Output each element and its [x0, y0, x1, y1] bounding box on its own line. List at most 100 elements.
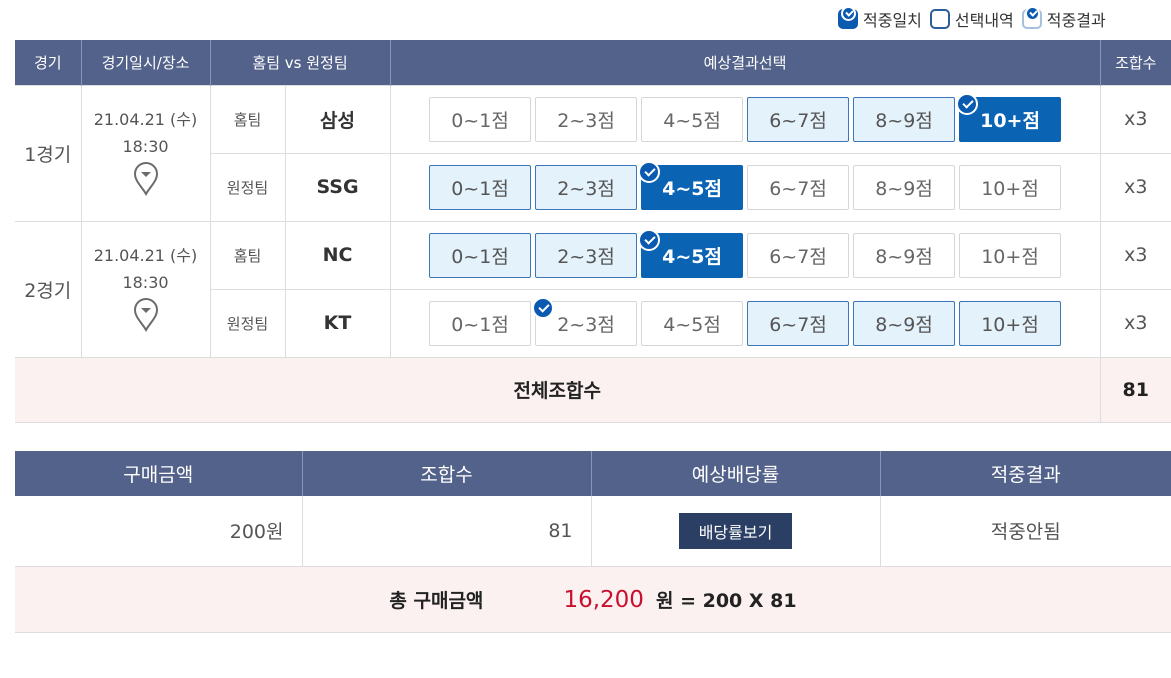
legend-selection: 선택내역	[929, 7, 1014, 31]
score-option-button[interactable]: 2~3점	[535, 96, 638, 142]
game-date: 21.04.21 (수)	[93, 246, 198, 265]
score-option-label: 2~3점	[557, 245, 615, 268]
game-time: 18:30	[122, 273, 169, 292]
score-option-label: 0~1점	[451, 109, 509, 132]
game-time: 18:30	[122, 137, 169, 156]
summary-row: 200원 81 배당률보기 적중안됨	[15, 496, 1171, 567]
score-option-button[interactable]: 0~1점	[429, 232, 532, 278]
total-combos-value: 81	[1099, 356, 1171, 423]
score-options: 0~1점 2~3점 4~5점 6~7점 8~9점 10+점	[389, 152, 1101, 222]
score-option-button[interactable]: 6~7점	[747, 164, 850, 210]
team-name: NC	[284, 220, 391, 290]
score-option-label: 10+점	[981, 245, 1039, 268]
game-label: 2경기	[15, 220, 82, 358]
col-prediction: 예상결과선택	[390, 40, 1101, 85]
summary-header: 구매금액 조합수 예상배당률 적중결과	[15, 451, 1171, 496]
multiplier: x3	[1099, 152, 1171, 222]
location-pin-icon[interactable]	[82, 298, 210, 336]
score-option-button[interactable]: 8~9점	[853, 96, 956, 142]
score-option-button[interactable]: 10+점	[959, 164, 1062, 210]
grand-total-amount: 16,200	[563, 586, 644, 613]
legend-match-label: 적중일치	[863, 11, 922, 30]
col-datetime: 경기일시/장소	[81, 40, 211, 85]
summary-combos: 81	[302, 496, 592, 567]
score-option-button[interactable]: 6~7점	[747, 232, 850, 278]
match-checkbox-icon	[838, 6, 858, 29]
grand-total-row: 총 구매금액 16,200 원 = 200 X 81	[15, 566, 1171, 633]
score-option-label: 4~5점	[662, 245, 722, 268]
grand-total-formula: 원 = 200 X 81	[655, 589, 797, 612]
game-datetime: 21.04.21 (수) 18:30	[80, 220, 211, 358]
score-option-button[interactable]: 10+점	[959, 232, 1062, 278]
game-date: 21.04.21 (수)	[93, 110, 198, 129]
check-icon	[956, 92, 979, 115]
score-options: 0~1점 2~3점 4~5점 6~7점 8~9점 10+점	[389, 84, 1101, 154]
team-side: 홈팀	[209, 220, 286, 290]
table-row: 1경기 21.04.21 (수) 18:30 홈팀 삼성 0~1점 2~3점 4~5점 6…	[15, 84, 1171, 222]
team-name: KT	[284, 288, 391, 358]
score-option-button[interactable]: 10+점	[956, 92, 1062, 142]
score-option-label: 6~7점	[769, 245, 827, 268]
score-option-label: 0~1점	[451, 245, 509, 268]
result-checkbox-icon	[1021, 6, 1042, 29]
multiplier: x3	[1099, 84, 1171, 154]
location-pin-icon[interactable]	[82, 162, 210, 200]
score-option-button[interactable]: 2~3점	[535, 232, 638, 278]
score-option-label: 0~1점	[451, 177, 509, 200]
score-option-button[interactable]: 2~3점	[535, 164, 638, 210]
table-header: 경기 경기일시/장소 홈팀 vs 원정팀 예상결과선택 조합수	[15, 40, 1171, 85]
score-option-label: 8~9점	[875, 313, 933, 336]
col-teams: 홈팀 vs 원정팀	[210, 40, 391, 85]
legend-result-label: 적중결과	[1046, 11, 1106, 30]
odds-cell: 배당률보기	[591, 496, 881, 567]
score-option-button[interactable]: 6~7점	[747, 300, 850, 346]
score-option-button[interactable]: 4~5점	[638, 228, 744, 278]
multiplier: x3	[1099, 288, 1171, 358]
col-summary-combos: 조합수	[302, 451, 592, 496]
score-option-button[interactable]: 4~5점	[638, 160, 744, 210]
score-option-label: 2~3점	[557, 313, 615, 336]
col-amount: 구매금액	[15, 451, 303, 496]
score-option-label: 2~3점	[557, 109, 615, 132]
score-option-button[interactable]: 10+점	[959, 300, 1062, 346]
score-option-button[interactable]: 4~5점	[641, 96, 744, 142]
score-option-button[interactable]: 8~9점	[853, 232, 956, 278]
score-option-label: 10+점	[981, 313, 1039, 336]
team-side: 원정팀	[210, 152, 286, 222]
table-row: 2경기 21.04.21 (수) 18:30 홈팀 NC 0~1점 2~3점 4~5점 6…	[15, 220, 1171, 358]
score-option-label: 6~7점	[769, 313, 827, 336]
game-datetime: 21.04.21 (수) 18:30	[80, 84, 211, 222]
total-combos-row: 전체조합수 81	[15, 356, 1171, 423]
score-option-button[interactable]: 0~1점	[429, 164, 532, 210]
legend-match: 적중일치	[838, 6, 922, 31]
score-option-label: 6~7점	[769, 177, 827, 200]
score-option-label: 0~1점	[451, 313, 509, 336]
score-option-button[interactable]: 2~3점	[532, 296, 638, 346]
grand-total-label: 총 구매금액	[389, 589, 484, 612]
purchase-amount: 200원	[15, 496, 303, 567]
purchase-summary-table: 구매금액 조합수 예상배당률 적중결과 200원 81 배당률보기 적중안됨 총…	[15, 451, 1171, 633]
score-option-label: 10+점	[980, 109, 1040, 132]
score-option-button[interactable]: 4~5점	[641, 300, 744, 346]
score-option-label: 8~9점	[875, 177, 933, 200]
view-odds-button[interactable]: 배당률보기	[678, 512, 793, 549]
score-options: 0~1점 2~3점 4~5점 6~7점 8~9점 10+점	[389, 288, 1101, 358]
score-option-button[interactable]: 0~1점	[429, 96, 532, 142]
score-option-button[interactable]: 8~9점	[853, 300, 956, 346]
score-option-label: 8~9점	[875, 109, 933, 132]
score-option-label: 8~9점	[875, 245, 933, 268]
score-option-label: 4~5점	[663, 109, 721, 132]
check-icon	[638, 160, 661, 183]
multiplier: x3	[1099, 220, 1171, 290]
col-odds: 예상배당률	[591, 451, 881, 496]
score-option-button[interactable]: 8~9점	[853, 164, 956, 210]
team-side: 원정팀	[210, 288, 286, 358]
legend-selection-label: 선택내역	[954, 11, 1014, 30]
legend: 적중일치 선택내역 적중결과	[838, 6, 1106, 31]
legend-result: 적중결과	[1021, 6, 1106, 31]
score-option-label: 10+점	[981, 177, 1039, 200]
score-option-button[interactable]: 6~7점	[747, 96, 850, 142]
score-option-label: 4~5점	[663, 313, 721, 336]
score-option-button[interactable]: 0~1점	[429, 300, 532, 346]
selection-checkbox-icon	[929, 9, 950, 29]
